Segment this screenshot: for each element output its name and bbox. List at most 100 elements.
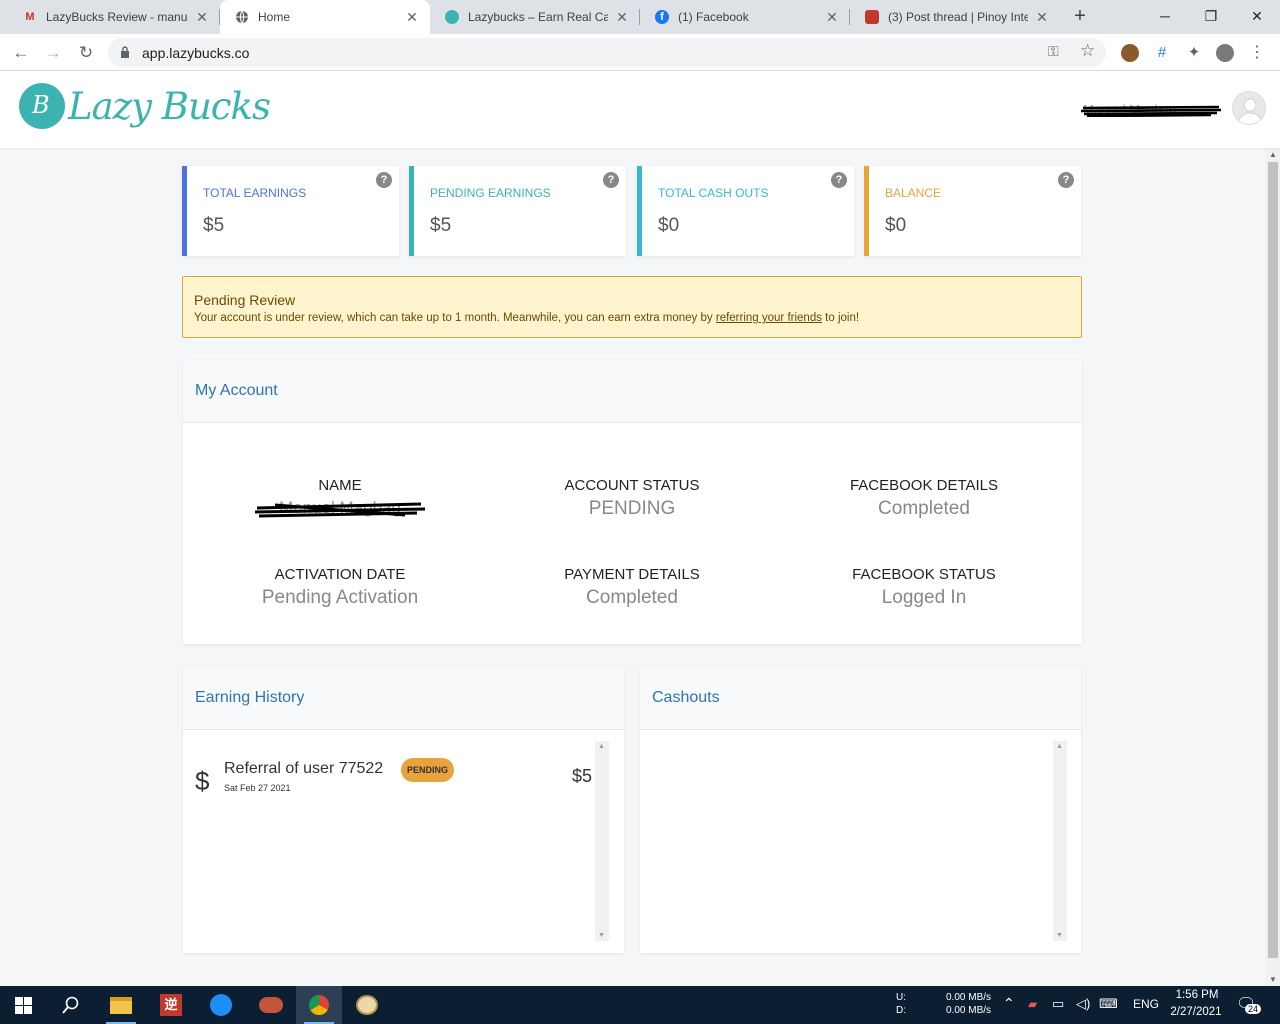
logo-mark-text: B bbox=[32, 91, 50, 119]
card-title: Earning History bbox=[195, 689, 305, 706]
earning-history-card: Earning History $ Referral of user 77522… bbox=[183, 667, 624, 953]
help-icon[interactable]: ? bbox=[1058, 172, 1074, 188]
referral-link[interactable]: referring your friends bbox=[716, 312, 822, 324]
tab-facebook[interactable]: f (1) Facebook ✕ bbox=[640, 0, 850, 34]
stat-card-total-earnings: TOTAL EARNINGS $5 ? bbox=[182, 166, 399, 256]
earning-history-scrollbar[interactable]: ▲ ▼ bbox=[595, 741, 609, 941]
new-tab-button[interactable]: + bbox=[1068, 5, 1092, 29]
facebook-icon: f bbox=[654, 9, 670, 25]
address-bar[interactable]: app.lazybucks.co ⚿ ☆ bbox=[108, 38, 1106, 67]
logo-text[interactable]: Lazy Bucks bbox=[68, 85, 271, 128]
tab-title: Lazybucks – Earn Real Cash bbox=[468, 10, 608, 24]
redaction-scribble bbox=[1081, 105, 1221, 117]
stat-value: $5 bbox=[430, 215, 452, 236]
stat-card-total-cash-outs: TOTAL CASH OUTS $0 ? bbox=[637, 166, 854, 256]
windows-taskbar: 逆 U: D: 0.00 MB/s 0.00 MB/s ⌃ ▰ ▭ ◁) ⌨ E… bbox=[0, 986, 1280, 1024]
tab-title: (1) Facebook bbox=[678, 10, 749, 24]
pending-review-alert: Pending Review Your account is under rev… bbox=[182, 276, 1082, 338]
reload-icon[interactable]: ↻ bbox=[73, 40, 99, 66]
profile-avatar[interactable] bbox=[1216, 44, 1234, 62]
close-icon[interactable]: ✕ bbox=[614, 9, 630, 26]
clock-time[interactable]: 1:56 PM bbox=[1169, 989, 1225, 1001]
logo-icon[interactable]: B bbox=[19, 83, 65, 129]
chrome-icon[interactable] bbox=[296, 986, 342, 1024]
paint-icon[interactable] bbox=[344, 986, 390, 1024]
scroll-down-icon[interactable]: ▼ bbox=[598, 932, 605, 939]
gmail-icon: M bbox=[25, 11, 35, 23]
scrollbar-thumb[interactable] bbox=[1268, 162, 1278, 958]
tab-lazybucks[interactable]: Lazybucks – Earn Real Cash ✕ bbox=[430, 0, 640, 34]
net-up-speed: 0.00 MB/s bbox=[946, 992, 992, 1003]
stat-value: $0 bbox=[658, 215, 680, 236]
stat-card-balance: BALANCE $0 ? bbox=[864, 166, 1081, 256]
user-avatar[interactable] bbox=[1232, 91, 1266, 125]
search-icon[interactable] bbox=[48, 986, 94, 1024]
cashouts-card: Cashouts ▲ ▼ bbox=[640, 667, 1081, 953]
lazybucks-icon bbox=[444, 9, 460, 25]
tab-gmail[interactable]: M LazyBucks Review - manuel ✕ bbox=[8, 0, 220, 34]
menu-kebab-icon[interactable]: ⋮ bbox=[1248, 44, 1266, 62]
minimize-icon[interactable]: ─ bbox=[1142, 0, 1188, 34]
scroll-up-icon[interactable]: ▲ bbox=[1269, 150, 1277, 159]
close-icon[interactable]: ✕ bbox=[404, 9, 420, 26]
tab-home[interactable]: Home ✕ bbox=[220, 0, 430, 34]
cashouts-scrollbar[interactable]: ▲ ▼ bbox=[1053, 741, 1067, 941]
field-label: FACEBOOK DETAILS bbox=[849, 477, 999, 494]
help-icon[interactable]: ? bbox=[831, 172, 847, 188]
payment-details: PAYMENT DETAILS Completed bbox=[487, 566, 777, 609]
name-value-redacted: Manuel Magbag bbox=[255, 498, 425, 522]
dashboard-page: TOTAL EARNINGS $5 ? PENDING EARNINGS $5 … bbox=[0, 148, 1266, 986]
tab-title: (3) Post thread | Pinoy Inter bbox=[888, 10, 1028, 24]
earning-description: Referral of user 77522 bbox=[224, 760, 384, 777]
alert-suffix: to join! bbox=[825, 312, 860, 324]
scroll-down-icon[interactable]: ▼ bbox=[1056, 932, 1063, 939]
alert-body: Your account is under review, which can … bbox=[194, 312, 713, 324]
key-icon[interactable]: ⚿ bbox=[1048, 43, 1059, 60]
site-header: B Lazy Bucks Manuel Magbag bbox=[0, 71, 1280, 148]
card-title: My Account bbox=[195, 382, 278, 399]
field-label: NAME bbox=[318, 477, 362, 494]
scroll-down-icon[interactable]: ▼ bbox=[1269, 975, 1277, 984]
tab-forum[interactable]: (3) Post thread | Pinoy Inter ✕ bbox=[850, 0, 1060, 34]
browser-toolbar: ← → ↻ app.lazybucks.co ⚿ ☆ # ✦ ⋮ bbox=[0, 34, 1280, 71]
clock-date[interactable]: 2/27/2021 bbox=[1166, 1006, 1226, 1018]
close-icon[interactable]: ✕ bbox=[1034, 9, 1050, 26]
close-icon[interactable]: ✕ bbox=[824, 9, 840, 26]
messenger-icon[interactable] bbox=[198, 986, 244, 1024]
net-down-label: D: bbox=[896, 1005, 906, 1016]
scroll-up-icon[interactable]: ▲ bbox=[1056, 743, 1063, 750]
field-value: Pending Activation bbox=[261, 587, 419, 608]
bookmark-star-icon[interactable]: ☆ bbox=[1080, 41, 1095, 61]
scroll-up-icon[interactable]: ▲ bbox=[598, 743, 605, 750]
restore-icon[interactable]: ❐ bbox=[1188, 0, 1234, 34]
windows-start-icon[interactable] bbox=[0, 986, 46, 1024]
puzzle-extensions-icon[interactable]: ✦ bbox=[1185, 44, 1203, 62]
language-indicator[interactable]: ENG bbox=[1133, 997, 1159, 1011]
keyboard-icon[interactable]: ⌨ bbox=[1099, 996, 1118, 1012]
list-item[interactable]: $ Referral of user 77522 PENDING Sat Feb… bbox=[183, 730, 593, 810]
help-icon[interactable]: ? bbox=[603, 172, 619, 188]
globe-icon bbox=[234, 9, 250, 25]
page-scrollbar[interactable]: ▲ ▼ bbox=[1266, 148, 1280, 986]
stat-label: BALANCE bbox=[885, 186, 942, 200]
close-window-icon[interactable]: ✕ bbox=[1234, 0, 1280, 34]
stat-value: $5 bbox=[203, 215, 225, 236]
cookie-extension-icon[interactable] bbox=[1121, 44, 1139, 62]
user-name[interactable]: Manuel Magbag bbox=[1081, 101, 1221, 119]
back-icon[interactable]: ← bbox=[8, 40, 34, 66]
network-icon[interactable]: ▭ bbox=[1052, 996, 1064, 1012]
chevron-up-icon[interactable]: ⌃ bbox=[1003, 995, 1015, 1012]
volume-icon[interactable]: ◁) bbox=[1076, 996, 1090, 1012]
grid-extension-icon[interactable]: # bbox=[1153, 44, 1171, 62]
alert-title: Pending Review bbox=[194, 292, 296, 308]
file-explorer-icon[interactable] bbox=[98, 986, 144, 1024]
app-icon-red[interactable]: 逆 bbox=[148, 986, 194, 1024]
tray-app-icon[interactable]: ▰ bbox=[1028, 997, 1037, 1011]
close-icon[interactable]: ✕ bbox=[194, 9, 210, 26]
card-title: Cashouts bbox=[652, 689, 720, 706]
net-up-label: U: bbox=[896, 992, 906, 1003]
help-icon[interactable]: ? bbox=[376, 172, 392, 188]
app-icon-orange[interactable] bbox=[248, 986, 294, 1024]
field-value: Completed bbox=[586, 587, 678, 608]
forward-icon[interactable]: → bbox=[40, 40, 66, 66]
